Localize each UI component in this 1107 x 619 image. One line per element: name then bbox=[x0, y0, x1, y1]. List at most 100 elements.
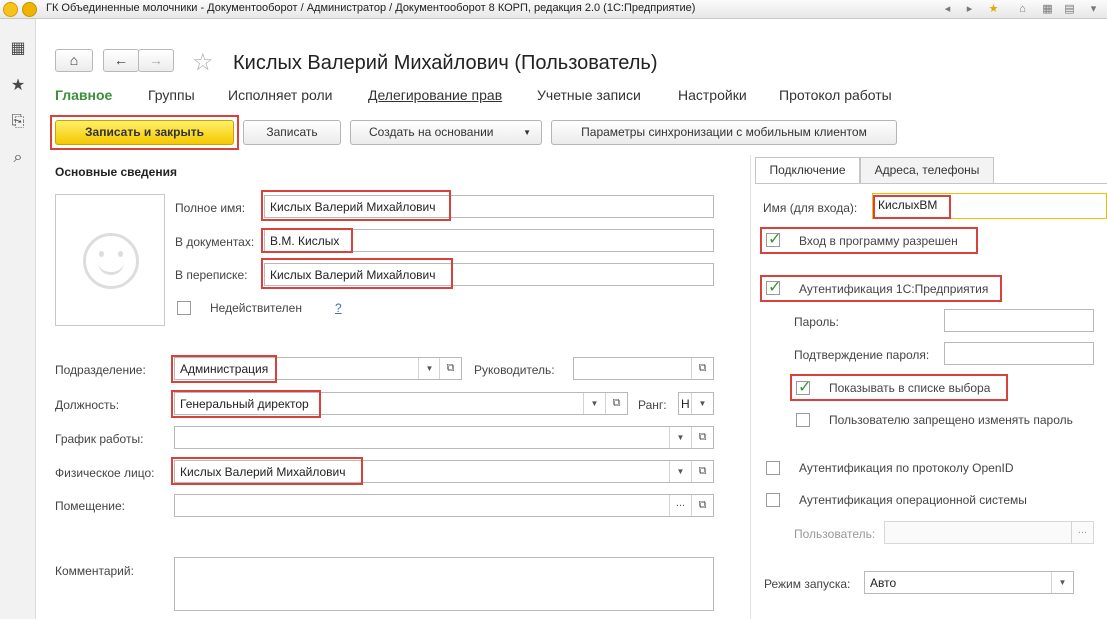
room-input[interactable]: ... ⧉ bbox=[174, 494, 714, 517]
login-label: Имя (для входа): bbox=[763, 201, 858, 215]
auth-os-checkbox[interactable] bbox=[766, 493, 780, 507]
save-and-close-button[interactable]: Записать и закрыть bbox=[55, 120, 234, 145]
help-link[interactable]: ? bbox=[335, 301, 342, 315]
auth-openid-label: Аутентификация по протоколу OpenID bbox=[799, 461, 1014, 475]
avatar-placeholder-icon bbox=[83, 233, 139, 289]
tab-connection[interactable]: Подключение bbox=[755, 157, 860, 184]
arrow-left-icon: ← bbox=[114, 52, 128, 68]
save-button[interactable]: Записать bbox=[243, 120, 341, 145]
no-change-password-checkbox[interactable] bbox=[796, 413, 810, 427]
auth-openid-checkbox[interactable] bbox=[766, 461, 780, 475]
tab-log[interactable]: Протокол работы bbox=[779, 87, 892, 103]
open-icon[interactable]: ⧉ bbox=[691, 461, 713, 482]
favorites-star-icon[interactable]: ★ bbox=[8, 76, 28, 96]
schedule-input[interactable]: ▼ ⧉ bbox=[174, 426, 714, 449]
comment-label: Комментарий: bbox=[55, 564, 134, 578]
manager-label: Руководитель: bbox=[474, 363, 555, 377]
user-photo[interactable] bbox=[55, 194, 165, 326]
search-icon[interactable]: ⌕ bbox=[8, 148, 28, 168]
back-icon[interactable]: ◂ bbox=[940, 2, 955, 17]
os-user-select-button[interactable]: ... bbox=[1071, 522, 1093, 543]
auth-os-label: Аутентификация операционной системы bbox=[799, 493, 1027, 507]
app-logo-icon[interactable] bbox=[3, 2, 18, 17]
create-based-label: Создать на основании bbox=[369, 125, 494, 139]
favorites-icon[interactable]: ★ bbox=[986, 2, 1001, 17]
in-corr-highlight bbox=[261, 258, 453, 289]
in-docs-highlight bbox=[261, 228, 353, 253]
schedule-label: График работы: bbox=[55, 432, 144, 446]
sections-grid-icon[interactable]: ▦ bbox=[8, 39, 28, 59]
rank-value: Н bbox=[681, 397, 690, 411]
rank-input[interactable]: Н ▼ bbox=[678, 392, 714, 415]
password-label: Пароль: bbox=[794, 315, 839, 329]
tab-roles[interactable]: Исполняет роли bbox=[228, 87, 332, 103]
chevron-down-icon[interactable]: ▼ bbox=[669, 427, 691, 448]
window-title-bar: ГК Объединенные молочники - Документообо… bbox=[0, 0, 1107, 19]
in-corr-label: В переписке: bbox=[175, 268, 248, 282]
room-select-button[interactable]: ... bbox=[669, 495, 691, 516]
show-in-list-highlight bbox=[790, 374, 1008, 401]
full-name-label: Полное имя: bbox=[175, 201, 246, 215]
open-icon[interactable]: ⧉ bbox=[439, 358, 461, 379]
open-icon[interactable]: ⧉ bbox=[691, 427, 713, 448]
tab-addresses[interactable]: Адреса, телефоны bbox=[860, 157, 994, 183]
tab-main[interactable]: Главное bbox=[55, 87, 112, 103]
manager-input[interactable]: ⧉ bbox=[573, 357, 714, 380]
chevron-down-icon[interactable]: ▼ bbox=[669, 461, 691, 482]
chevron-down-icon[interactable]: ▼ bbox=[418, 358, 440, 379]
chevron-down-icon[interactable]: ▼ bbox=[1051, 572, 1073, 593]
department-label: Подразделение: bbox=[55, 363, 146, 377]
position-highlight bbox=[171, 390, 321, 418]
department-highlight bbox=[171, 355, 277, 383]
invalid-checkbox[interactable] bbox=[177, 301, 191, 315]
tab-delegation[interactable]: Делегирование прав bbox=[368, 87, 502, 103]
more-icon[interactable]: ▾ bbox=[1086, 2, 1101, 17]
link-icon[interactable]: ⌂ bbox=[1015, 2, 1030, 17]
left-sidebar: ▦ ★ ⎘ ⌕ bbox=[0, 19, 36, 619]
forward-button[interactable]: → bbox=[138, 49, 174, 72]
open-icon[interactable]: ⧉ bbox=[691, 358, 713, 379]
password-input[interactable] bbox=[944, 309, 1094, 332]
password-confirm-label: Подтверждение пароля: bbox=[794, 348, 930, 362]
os-user-input[interactable]: ... bbox=[884, 521, 1094, 544]
person-label: Физическое лицо: bbox=[55, 466, 155, 480]
chevron-down-icon[interactable]: ▼ bbox=[583, 393, 605, 414]
right-tabs-baseline bbox=[755, 183, 1107, 184]
os-user-label: Пользователь: bbox=[794, 527, 876, 541]
comment-textarea[interactable] bbox=[174, 557, 714, 611]
home-icon: ⌂ bbox=[69, 52, 79, 68]
forward-icon[interactable]: ▸ bbox=[962, 2, 977, 17]
invalid-label: Недействителен bbox=[210, 301, 302, 315]
launch-mode-select[interactable]: Авто ▼ bbox=[864, 571, 1074, 594]
password-confirm-input[interactable] bbox=[944, 342, 1094, 365]
panel-divider bbox=[750, 155, 751, 619]
in-docs-label: В документах: bbox=[175, 235, 255, 249]
section-title: Основные сведения bbox=[55, 165, 177, 179]
person-highlight bbox=[171, 457, 363, 485]
create-based-button[interactable]: Создать на основании ▼ bbox=[350, 120, 542, 145]
calendar-icon[interactable]: ▤ bbox=[1062, 2, 1077, 17]
open-icon[interactable]: ⧉ bbox=[691, 495, 713, 516]
login-highlight bbox=[873, 195, 951, 219]
history-icon[interactable]: ⎘ bbox=[8, 112, 28, 132]
main-menu-icon[interactable] bbox=[22, 2, 37, 17]
chevron-down-icon: ▼ bbox=[523, 128, 531, 137]
tab-groups[interactable]: Группы bbox=[148, 87, 195, 103]
calculator-icon[interactable]: ▦ bbox=[1040, 2, 1055, 17]
login-allowed-highlight bbox=[760, 227, 978, 254]
favorite-star-icon[interactable]: ☆ bbox=[192, 48, 214, 77]
no-change-password-label: Пользователю запрещено изменять пароль bbox=[829, 413, 1073, 427]
arrow-right-icon: → bbox=[149, 52, 163, 68]
tab-settings[interactable]: Настройки bbox=[678, 87, 747, 103]
auth-1c-highlight bbox=[760, 275, 1002, 302]
launch-mode-value: Авто bbox=[870, 576, 897, 590]
position-label: Должность: bbox=[55, 398, 120, 412]
room-label: Помещение: bbox=[55, 499, 125, 513]
tab-accounts[interactable]: Учетные записи bbox=[537, 87, 641, 103]
back-button[interactable]: ← bbox=[103, 49, 139, 72]
sync-params-button[interactable]: Параметры синхронизации с мобильным клие… bbox=[551, 120, 897, 145]
full-name-highlight bbox=[261, 190, 451, 221]
home-button[interactable]: ⌂ bbox=[55, 49, 93, 72]
open-icon[interactable]: ⧉ bbox=[605, 393, 627, 414]
chevron-down-icon[interactable]: ▼ bbox=[691, 393, 713, 414]
